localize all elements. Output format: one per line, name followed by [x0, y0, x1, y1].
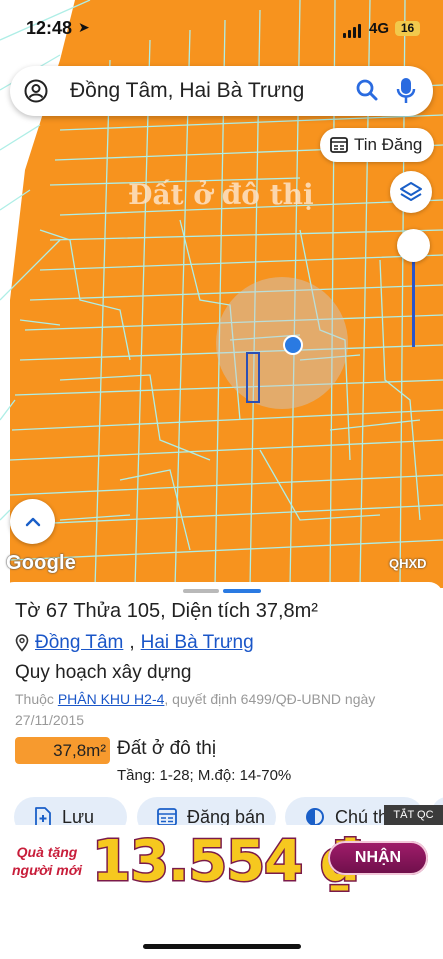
search-icon[interactable]: [355, 78, 379, 102]
ad-gift-line2: người mới: [12, 862, 83, 878]
status-bar: 12:48 ➤ 4G 16: [0, 0, 443, 56]
phan-khu-link[interactable]: PHÂN KHU H2-4: [58, 691, 165, 707]
status-time: 12:48: [26, 18, 73, 38]
ad-amount: 13.554 ₫: [91, 828, 362, 896]
sheet-page-indicator: [223, 589, 261, 593]
address-link-district[interactable]: Hai Bà Trưng: [141, 632, 254, 654]
address-separator: ,: [129, 632, 135, 653]
qhxd-label: QHXD: [389, 556, 427, 571]
listing-icon: [330, 137, 348, 153]
parcel-title: Tờ 67 Thửa 105, Diện tích 37,8m²: [15, 600, 318, 622]
my-location-dot: [283, 335, 303, 355]
search-bar[interactable]: Đồng Tâm, Hai Bà Trưng: [10, 66, 433, 116]
layers-icon: [400, 182, 422, 201]
zone-label: Đất ở đô thị: [128, 178, 314, 211]
expand-sheet-button[interactable]: [10, 499, 55, 544]
layers-button[interactable]: [390, 171, 432, 213]
search-input[interactable]: Đồng Tâm, Hai Bà Trưng: [70, 79, 304, 103]
area-badge: 37,8m²: [15, 737, 110, 764]
accuracy-circle: [216, 277, 348, 409]
contrast-icon: [306, 808, 324, 826]
add-document-icon: [35, 807, 51, 827]
network-type: 4G: [369, 20, 390, 37]
location-pin-icon: [15, 634, 29, 652]
planning-description: Thuộc PHÂN KHU H2-4, quyết định 6499/QĐ-…: [15, 689, 430, 731]
battery-icon: 16: [395, 21, 420, 36]
parcel-address: Đồng Tâm, Hai Bà Trưng: [15, 632, 254, 654]
tin-dang-button[interactable]: Tin Đăng: [320, 128, 434, 162]
ad-gift-line1: Quà tặng: [16, 844, 78, 860]
thuoc-prefix: Thuộc: [15, 691, 54, 707]
sheet-handle[interactable]: [183, 589, 219, 593]
close-ad-button[interactable]: TẮT QC: [384, 805, 443, 825]
ad-banner[interactable]: Quà tặng người mới 13.554 ₫ NHẬN: [0, 825, 443, 921]
account-icon[interactable]: [24, 79, 48, 103]
floors-density: Tầng: 1-28; M.độ: 14-70%: [117, 767, 292, 784]
chevron-up-icon: [25, 517, 40, 526]
listing-icon: [157, 808, 177, 826]
home-indicator[interactable]: [143, 944, 301, 949]
signal-icon: [343, 24, 361, 38]
opacity-slider-knob[interactable]: [397, 229, 430, 262]
planning-heading: Quy hoạch xây dựng: [15, 662, 192, 683]
location-arrow-icon: ➤: [78, 19, 90, 35]
google-logo: Google: [6, 552, 77, 574]
ad-claim-button[interactable]: NHẬN: [328, 841, 428, 875]
land-type: Đất ở đô thị: [117, 738, 217, 759]
tin-dang-label: Tin Đăng: [354, 135, 423, 154]
address-link-ward[interactable]: Đồng Tâm: [35, 632, 123, 654]
ad-gift-text: Quà tặng người mới: [12, 843, 82, 879]
microphone-icon[interactable]: [396, 77, 416, 105]
